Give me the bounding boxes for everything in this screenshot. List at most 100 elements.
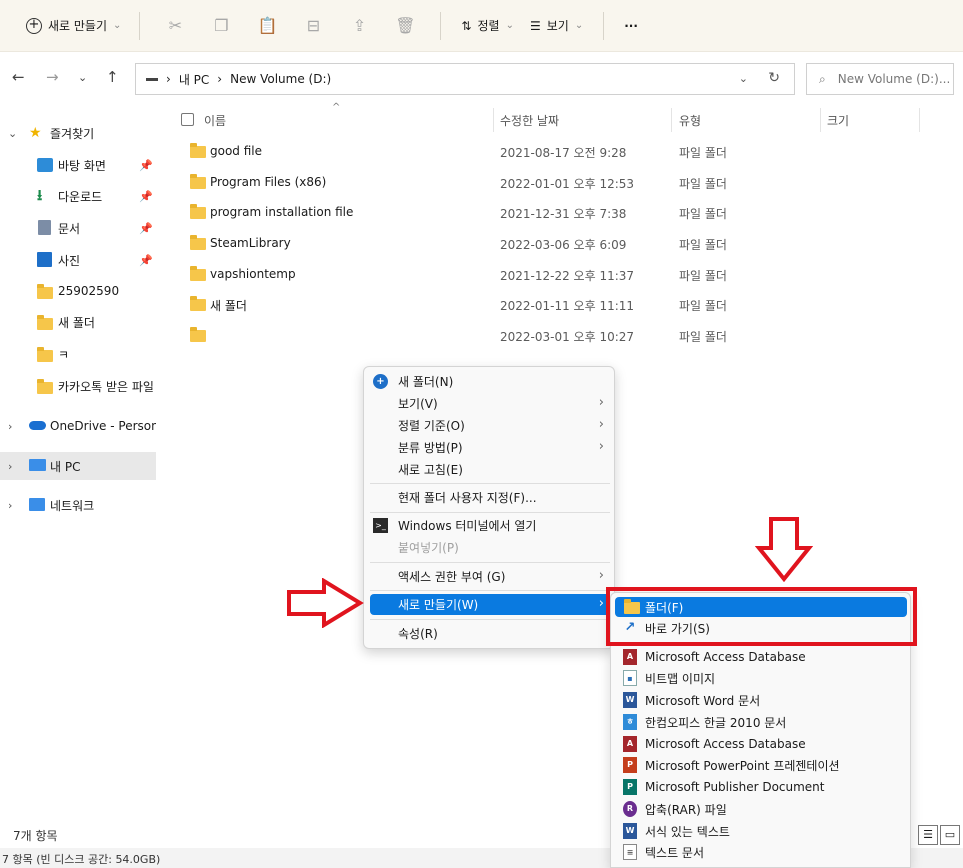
sort-button[interactable]: ⇅ 정렬 ⌄: [453, 10, 522, 42]
breadcrumb-drive[interactable]: New Volume (D:): [230, 72, 331, 86]
submenu-item-access[interactable]: A Microsoft Access Database: [615, 734, 907, 754]
menu-divider: [370, 562, 610, 563]
submenu-label: 서식 있는 텍스트: [645, 824, 730, 839]
delete-icon[interactable]: 🗑: [389, 10, 421, 42]
pin-icon[interactable]: 📌: [139, 190, 153, 203]
search-input[interactable]: ⌕ New Volume (D:)...: [806, 63, 954, 95]
sidebar-label: 25902590: [58, 284, 120, 298]
submenu-item-access[interactable]: A Microsoft Access Database: [615, 647, 907, 667]
up-arrow-icon[interactable]: ↑: [106, 68, 119, 86]
view-button[interactable]: ☰ 보기 ⌄: [522, 10, 591, 42]
sidebar-item-folder[interactable]: ㅋ: [0, 340, 156, 368]
column-header-size[interactable]: 크기: [827, 112, 849, 129]
menu-item-paste[interactable]: 붙여넣기(P): [370, 537, 610, 558]
table-row[interactable]: program installation file 2021-12-31 오후 …: [156, 198, 963, 228]
chevron-right-icon[interactable]: ›: [8, 460, 12, 473]
table-row[interactable]: 새 폴더 2022-01-11 오후 11:11 파일 폴더: [156, 290, 963, 320]
submenu-item-text[interactable]: ≡ 텍스트 문서: [615, 842, 907, 862]
menu-item-give-access[interactable]: 액세스 권한 부여 (G) ›: [370, 566, 610, 587]
search-placeholder: New Volume (D:)...: [837, 72, 951, 86]
sidebar-item-network[interactable]: › 네트워크: [0, 491, 156, 519]
pin-icon[interactable]: 📌: [139, 222, 153, 235]
sidebar-item-documents[interactable]: 문서 📌: [0, 214, 156, 242]
powerpoint-icon: P: [623, 757, 637, 773]
menu-item-new[interactable]: 새로 만들기(W) ›: [370, 594, 610, 615]
breadcrumb-this-pc[interactable]: 내 PC: [179, 71, 209, 88]
table-row[interactable]: vapshiontemp 2021-12-22 오후 11:37 파일 폴더: [156, 260, 963, 290]
column-divider[interactable]: [820, 108, 821, 132]
sidebar-item-this-pc[interactable]: › 내 PC: [0, 452, 156, 480]
file-type: 파일 폴더: [679, 177, 727, 191]
address-dropdown-icon[interactable]: ⌄: [739, 72, 748, 85]
sidebar-item-folder[interactable]: 카카오톡 받은 파일: [0, 372, 156, 400]
sidebar-item-desktop[interactable]: 바탕 화면 📌: [0, 151, 156, 179]
table-row[interactable]: 2022-03-01 오후 10:27 파일 폴더: [156, 321, 963, 351]
submenu-item-word[interactable]: W Microsoft Word 문서: [615, 690, 907, 710]
recent-locations-icon[interactable]: ⌄: [78, 71, 87, 84]
rtf-icon: W: [623, 823, 637, 839]
menu-item-sort-by[interactable]: 정렬 기준(O) ›: [370, 415, 610, 436]
chevron-down-icon[interactable]: ⌄: [8, 127, 17, 140]
column-divider[interactable]: [671, 108, 672, 132]
star-icon: ★: [29, 125, 42, 141]
pin-icon[interactable]: 📌: [139, 159, 153, 172]
sidebar-item-downloads[interactable]: ⭳ 다운로드 📌: [0, 182, 156, 210]
menu-item-open-terminal[interactable]: >_ Windows 터미널에서 열기: [370, 515, 610, 536]
submenu-item-bitmap[interactable]: ▪ 비트맵 이미지: [615, 668, 907, 688]
menu-item-view[interactable]: 보기(V) ›: [370, 393, 610, 414]
menu-label: 분류 방법(P): [398, 441, 463, 455]
menu-item-new-folder[interactable]: + 새 폴더(N): [370, 371, 610, 392]
chevron-right-icon: ›: [598, 596, 604, 611]
chevron-right-icon[interactable]: ›: [8, 499, 12, 512]
share-icon[interactable]: ⇪: [343, 10, 375, 42]
menu-item-refresh[interactable]: 새로 고침(E): [370, 459, 610, 480]
table-row[interactable]: good file 2021-08-17 오전 9:28 파일 폴더: [156, 137, 963, 167]
submenu-label: 압축(RAR) 파일: [645, 802, 727, 817]
cut-icon[interactable]: ✂: [159, 10, 191, 42]
paste-icon[interactable]: 📋: [251, 10, 283, 42]
details-view-icon[interactable]: ☰: [918, 825, 938, 845]
address-row: ← → ⌄ ↑ › 내 PC › New Volume (D:) ⌄ ↻ ⌕ N…: [0, 60, 963, 98]
file-type: 파일 폴더: [679, 207, 727, 221]
forward-arrow-icon[interactable]: →: [46, 68, 59, 86]
sidebar-item-quick-access[interactable]: ⌄ ★ 즐겨찾기: [0, 119, 156, 147]
back-arrow-icon[interactable]: ←: [12, 68, 25, 86]
sidebar-item-folder[interactable]: 새 폴더: [0, 308, 156, 336]
chevron-right-icon: ›: [598, 568, 604, 583]
column-header-name[interactable]: 이름: [204, 112, 226, 129]
submenu-item-rtf[interactable]: W 서식 있는 텍스트: [615, 821, 907, 841]
download-icon: ⭳: [37, 186, 43, 204]
table-row[interactable]: SteamLibrary 2022-03-06 오후 6:09 파일 폴더: [156, 229, 963, 259]
column-divider[interactable]: [493, 108, 494, 132]
sidebar-item-folder[interactable]: 25902590: [0, 277, 156, 305]
menu-label: 보기(V): [398, 397, 438, 411]
menu-item-properties[interactable]: 속성(R): [370, 623, 610, 644]
submenu-item-powerpoint[interactable]: P Microsoft PowerPoint 프레젠테이션: [615, 755, 907, 775]
select-all-checkbox[interactable]: [181, 113, 194, 126]
refresh-icon[interactable]: ↻: [768, 70, 780, 86]
sidebar-label: ㅋ: [58, 347, 70, 362]
chevron-right-icon[interactable]: ›: [8, 420, 12, 433]
sidebar-label: 다운로드: [58, 189, 103, 204]
submenu-item-rar[interactable]: R 압축(RAR) 파일: [615, 799, 907, 819]
column-header-date[interactable]: 수정한 날짜: [500, 112, 559, 129]
address-bar[interactable]: › 내 PC › New Volume (D:) ⌄ ↻: [135, 63, 795, 95]
sidebar-item-pictures[interactable]: 사진 📌: [0, 246, 156, 274]
submenu-item-publisher[interactable]: P Microsoft Publisher Document: [615, 777, 907, 797]
tiles-view-icon[interactable]: ▭: [940, 825, 960, 845]
column-header-type[interactable]: 유형: [679, 112, 701, 129]
new-button[interactable]: + 새로 만들기 ⌄: [20, 10, 127, 42]
menu-item-customize-folder[interactable]: 현재 폴더 사용자 지정(F)...: [370, 487, 610, 508]
sidebar-label: 즐겨찾기: [50, 126, 95, 141]
folder-icon: [190, 174, 206, 189]
column-divider[interactable]: [919, 108, 920, 132]
submenu-item-hwp[interactable]: ㅎ 한컴오피스 한글 2010 문서: [615, 712, 907, 732]
sidebar-item-onedrive[interactable]: › OneDrive - Persona: [0, 412, 156, 440]
file-type: 파일 폴더: [679, 238, 727, 252]
table-row[interactable]: Program Files (x86) 2022-01-01 오후 12:53 …: [156, 168, 963, 198]
more-options-button[interactable]: ···: [616, 10, 646, 42]
rename-icon[interactable]: ⊟: [297, 10, 329, 42]
pin-icon[interactable]: 📌: [139, 254, 153, 267]
menu-item-group-by[interactable]: 분류 방법(P) ›: [370, 437, 610, 458]
copy-icon[interactable]: ❐: [205, 10, 237, 42]
